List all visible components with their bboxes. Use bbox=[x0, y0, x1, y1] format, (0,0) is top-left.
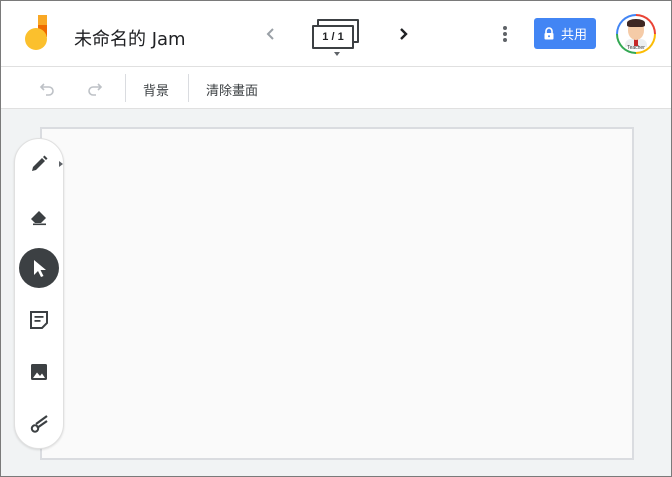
account-avatar[interactable]: Teacher bbox=[616, 14, 656, 54]
jamboard-logo-icon[interactable] bbox=[25, 15, 53, 53]
share-button[interactable]: 共用 bbox=[534, 18, 596, 49]
toolbar-divider bbox=[188, 74, 189, 102]
redo-icon bbox=[88, 83, 103, 96]
lock-icon bbox=[544, 27, 554, 40]
eraser-icon bbox=[31, 211, 46, 226]
laser-icon bbox=[30, 415, 48, 433]
frame-bar-toggle[interactable]: 1 / 1 bbox=[312, 17, 364, 57]
eraser-tool[interactable] bbox=[19, 196, 59, 236]
previous-frame-button[interactable] bbox=[260, 23, 280, 45]
jam-canvas[interactable] bbox=[40, 127, 634, 460]
set-background-button[interactable]: 背景 bbox=[143, 80, 169, 99]
pen-icon bbox=[32, 155, 48, 171]
cursor-icon bbox=[34, 260, 46, 277]
caret-down-icon bbox=[334, 52, 340, 56]
next-frame-button[interactable] bbox=[394, 23, 414, 45]
avatar-caption: Teacher bbox=[627, 45, 645, 51]
more-options-button[interactable] bbox=[495, 23, 515, 45]
more-vert-icon bbox=[503, 26, 507, 42]
pen-tool[interactable] bbox=[19, 144, 59, 184]
share-label: 共用 bbox=[560, 27, 587, 42]
edit-toolbar: 背景 清除畫面 bbox=[1, 67, 671, 109]
jamboard-window: 未命名的 Jam 1 / 1 共用 Teacher 背景 清除畫面 bbox=[0, 0, 672, 477]
add-image-tool[interactable] bbox=[19, 352, 59, 392]
sticky-note-tool[interactable] bbox=[19, 300, 59, 340]
select-tool[interactable] bbox=[19, 248, 59, 288]
redo-button[interactable] bbox=[86, 79, 104, 97]
pen-options-arrow-icon[interactable] bbox=[59, 161, 63, 167]
undo-icon bbox=[39, 83, 54, 96]
clear-frame-button[interactable]: 清除畫面 bbox=[206, 80, 258, 99]
undo-button[interactable] bbox=[38, 79, 56, 97]
document-title[interactable]: 未命名的 Jam bbox=[74, 25, 186, 51]
top-app-bar: 未命名的 Jam 1 / 1 共用 Teacher bbox=[1, 1, 671, 67]
chevron-left-icon bbox=[266, 28, 274, 40]
frame-counter: 1 / 1 bbox=[312, 25, 354, 49]
image-icon bbox=[31, 364, 47, 380]
chevron-right-icon bbox=[400, 28, 408, 40]
tool-palette bbox=[14, 138, 64, 449]
toolbar-divider bbox=[125, 74, 126, 102]
sticky-note-icon bbox=[30, 311, 48, 329]
laser-tool[interactable] bbox=[19, 404, 59, 444]
